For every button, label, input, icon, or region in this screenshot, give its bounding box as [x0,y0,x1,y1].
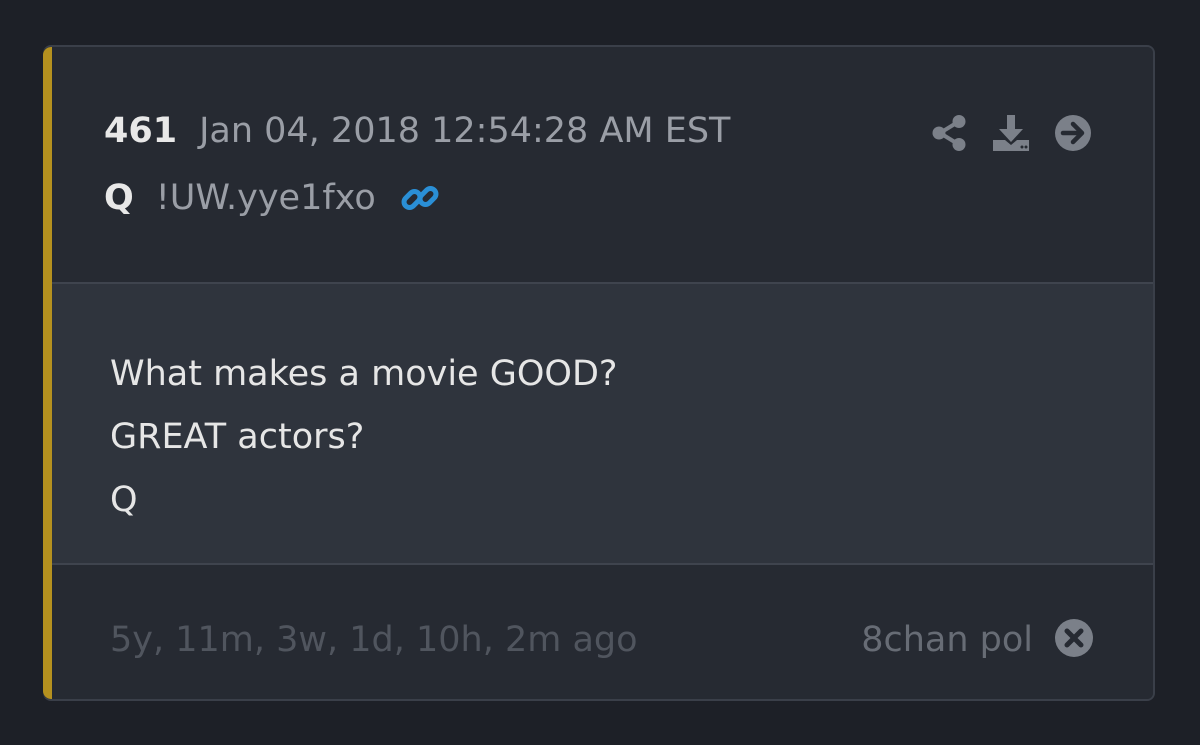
post-body: What makes a movie GOOD? GREAT actors? Q [52,282,1153,565]
post-age: 5y, 11m, 3w, 1d, 10h, 2m ago [110,620,638,660]
close-circle-icon[interactable] [1053,617,1095,659]
post-number: 461 [104,111,178,151]
post-actions [929,113,1093,153]
post-tripcode: !UW.yye1fxo [155,178,376,218]
download-icon[interactable] [991,113,1031,153]
post-source: 8chan pol [861,620,1033,660]
post-author-row: Q !UW.yye1fxo [104,178,440,218]
post-date: Jan 04, 2018 12:54:28 AM EST [199,111,731,151]
post-author: Q [104,178,134,218]
arrow-right-circle-icon[interactable] [1053,113,1093,153]
post-body-line: GREAT actors? [110,417,365,457]
link-icon[interactable] [400,178,440,218]
post-meta: 461 Jan 04, 2018 12:54:28 AM EST [104,111,730,151]
post-header: 461 Jan 04, 2018 12:54:28 AM EST Q !UW.y… [52,47,1153,282]
post-body-line: Q [110,480,138,520]
share-icon[interactable] [929,113,969,153]
post-footer: 5y, 11m, 3w, 1d, 10h, 2m ago 8chan pol [52,565,1153,699]
post-body-line: What makes a movie GOOD? [110,354,618,394]
post-card: 461 Jan 04, 2018 12:54:28 AM EST Q !UW.y… [43,45,1155,701]
accent-bar [43,47,52,699]
